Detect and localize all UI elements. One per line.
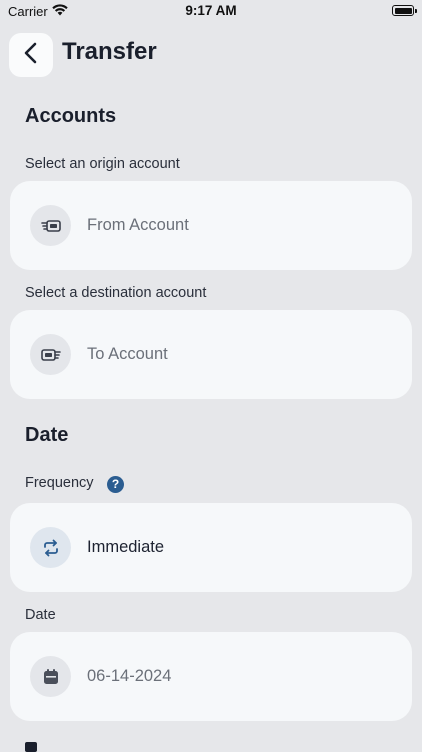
frequency-label: Frequency (25, 475, 94, 491)
battery-icon (392, 5, 417, 16)
chevron-left-icon (23, 42, 39, 69)
date-label: Date (25, 607, 56, 623)
origin-account-label: Select an origin account (25, 156, 180, 172)
to-account-selector[interactable]: To Account (10, 310, 412, 399)
frequency-value: Immediate (87, 538, 165, 556)
status-bar: Carrier 9:17 AM (0, 0, 422, 24)
card-outgoing-icon (30, 205, 71, 246)
date-picker[interactable]: 06-14-2024 (10, 632, 412, 721)
clock: 9:17 AM (185, 3, 237, 18)
next-section-heading-fragment (25, 742, 37, 752)
frequency-selector[interactable]: Immediate (10, 503, 412, 592)
back-button[interactable] (9, 33, 53, 77)
accounts-heading: Accounts (25, 105, 117, 127)
from-account-selector[interactable]: From Account (10, 181, 412, 270)
date-heading: Date (25, 424, 69, 446)
page-title: Transfer (62, 38, 157, 65)
calendar-icon (30, 656, 71, 697)
date-value: 06-14-2024 (87, 667, 172, 685)
destination-account-label: Select a destination account (25, 285, 207, 301)
from-account-placeholder: From Account (87, 216, 189, 234)
card-incoming-icon (30, 334, 71, 375)
to-account-placeholder: To Account (87, 345, 168, 363)
help-icon[interactable]: ? (107, 476, 124, 493)
repeat-icon (30, 527, 71, 568)
